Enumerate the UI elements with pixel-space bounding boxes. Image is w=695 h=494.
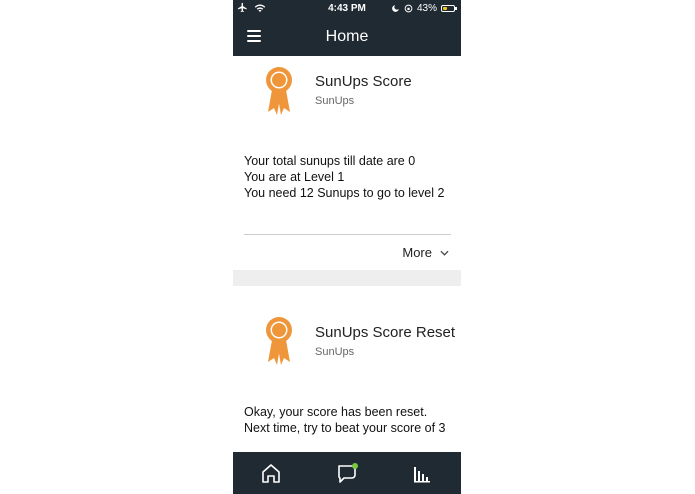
battery-percent: 43% bbox=[416, 3, 437, 14]
card-title: SunUps Score bbox=[315, 73, 412, 90]
body-line: You are at Level 1 bbox=[244, 170, 345, 184]
chevron-down-icon bbox=[440, 250, 449, 256]
notification-dot bbox=[352, 463, 358, 469]
card-subtitle: SunUps bbox=[315, 346, 355, 358]
card-subtitle: SunUps bbox=[315, 95, 355, 107]
award-ribbon-icon bbox=[266, 317, 292, 365]
battery-icon bbox=[441, 5, 457, 12]
body-line: You need 12 Sunups to go to level 2 bbox=[244, 186, 445, 200]
phone-screen: 4:43 PM 43% Home SunUps Score SunUps You… bbox=[233, 0, 461, 494]
app-header: Home bbox=[233, 19, 461, 56]
status-bar: 4:43 PM 43% bbox=[233, 0, 461, 19]
more-label: More bbox=[402, 245, 432, 260]
sunups-score-card: SunUps Score SunUps Your total sunups ti… bbox=[233, 56, 461, 270]
card-body: Your total sunups till date are 0 You ar… bbox=[244, 153, 456, 201]
orientation-lock-icon bbox=[404, 4, 413, 13]
activity-icon[interactable] bbox=[410, 462, 434, 484]
page-title: Home bbox=[325, 28, 369, 45]
card-body: Okay, your score has been reset. Next ti… bbox=[244, 405, 446, 435]
bottom-nav bbox=[233, 452, 461, 494]
card-separator bbox=[233, 270, 461, 286]
card-title: SunUps Score Reset bbox=[315, 324, 456, 341]
moon-icon bbox=[392, 5, 399, 12]
sunups-reset-card: SunUps Score Reset SunUps Okay, your sco… bbox=[233, 286, 461, 452]
more-button[interactable]: More bbox=[402, 245, 449, 260]
chat-bubble-icon[interactable] bbox=[335, 462, 359, 484]
award-ribbon-icon bbox=[266, 67, 292, 115]
body-line: Your total sunups till date are 0 bbox=[244, 154, 416, 168]
divider bbox=[244, 234, 451, 235]
home-icon[interactable] bbox=[259, 462, 283, 484]
